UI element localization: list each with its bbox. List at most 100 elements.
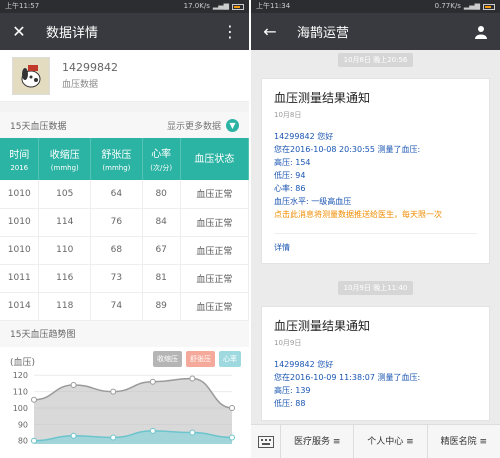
left-screen: 上午11:57 17.0K/s ▂▄▆ ✕ 数据详情 ⋮ 14299842 血压… bbox=[0, 0, 249, 458]
y-tick-label: 120 bbox=[13, 371, 28, 380]
table-cell: 76 bbox=[90, 208, 143, 237]
message-card[interactable]: 血压测量结果通知 10月8日 14299842 您好 您在2016-10-08 … bbox=[261, 78, 490, 264]
keyboard-glyph-icon bbox=[257, 435, 274, 448]
legend-heartrate[interactable]: 心率 bbox=[219, 350, 241, 367]
data-point bbox=[229, 404, 235, 411]
data-point bbox=[31, 437, 37, 444]
bottom-menu: 医疗服务 ≡ 个人中心 ≡ 精医名院 ≡ bbox=[251, 424, 500, 458]
y-tick-label: 110 bbox=[13, 387, 28, 396]
push-notice[interactable]: 点击此消息将测量数据推送给医生，每天限一次 bbox=[274, 208, 477, 221]
more-menu-icon[interactable]: ⋮ bbox=[221, 22, 239, 41]
y-tick-label: 90 bbox=[18, 420, 28, 429]
menu-personal-center[interactable]: 个人中心 ≡ bbox=[354, 424, 428, 458]
status-time: 上午11:57 bbox=[5, 2, 40, 10]
table-cell: 89 bbox=[142, 292, 181, 321]
app-bar: ← 海鹊运营 bbox=[251, 13, 500, 50]
card-date: 10月8日 bbox=[274, 111, 302, 119]
table-cell: 110 bbox=[38, 236, 92, 265]
table-row: 1011 116 73 81 血压正常 bbox=[0, 264, 249, 293]
close-icon[interactable]: ✕ bbox=[10, 22, 28, 41]
table-cell: 1010 bbox=[0, 208, 40, 237]
status-bar: 上午11:57 17.0K/s ▂▄▆ bbox=[0, 0, 249, 13]
high-pressure: 高压: 154 bbox=[274, 158, 311, 167]
column-header: 收缩压 (mmhg) bbox=[38, 138, 92, 180]
heart-rate: 心率: 86 bbox=[274, 184, 306, 193]
table-cell: 1010 bbox=[0, 236, 40, 265]
table-cell: 116 bbox=[38, 264, 92, 293]
table-cell: 68 bbox=[90, 236, 143, 265]
measure-time: 您在2016-10-08 20:30:55 测量了血压: bbox=[274, 145, 421, 154]
table-cell: 血压正常 bbox=[180, 292, 249, 321]
y-tick-label: 100 bbox=[13, 403, 28, 412]
person-icon bbox=[475, 25, 487, 39]
user-profile-icon[interactable] bbox=[472, 23, 490, 41]
greeting: 14299842 您好 bbox=[274, 132, 334, 141]
table-cell: 血压正常 bbox=[180, 236, 249, 265]
high-pressure: 高压: 139 bbox=[274, 386, 311, 395]
column-header: 舒张压 (mmhg) bbox=[90, 138, 143, 180]
column-header: 心率 (次/分) bbox=[142, 138, 181, 180]
table-cell: 80 bbox=[142, 180, 181, 209]
data-point bbox=[110, 388, 117, 395]
signal-icon: ▂▄▆ bbox=[212, 2, 229, 10]
keyboard-icon[interactable] bbox=[251, 424, 281, 458]
chevron-down-icon: ▼ bbox=[226, 118, 239, 132]
menu-famous-hospitals[interactable]: 精医名院 ≡ bbox=[428, 425, 500, 458]
details-link[interactable]: 详情 bbox=[274, 233, 477, 253]
column-header: 时间 2016 bbox=[0, 138, 40, 180]
battery-icon bbox=[232, 3, 244, 10]
table-cell: 84 bbox=[142, 208, 181, 237]
table-cell: 118 bbox=[38, 292, 92, 321]
table-row: 1010 110 68 67 血压正常 bbox=[0, 236, 249, 265]
profile-header: 14299842 血压数据 bbox=[0, 50, 249, 102]
back-arrow-icon[interactable]: ← bbox=[261, 22, 279, 41]
table-row: 1010 114 76 84 血压正常 bbox=[0, 208, 249, 237]
y-tick-label: 80 bbox=[18, 436, 28, 443]
table-cell: 114 bbox=[38, 208, 92, 237]
page-title: 海鹊运营 bbox=[297, 26, 350, 41]
battery-icon bbox=[483, 3, 495, 10]
network-speed: 0.77K/s bbox=[434, 2, 461, 10]
card-title: 血压测量结果通知 bbox=[274, 91, 371, 105]
table-cell: 105 bbox=[38, 180, 92, 209]
low-pressure: 低压: 88 bbox=[274, 399, 306, 408]
dog-avatar-icon bbox=[21, 64, 41, 87]
timestamp-divider: 10月8日 晚上20:56 bbox=[251, 50, 500, 70]
message-card[interactable]: 血压测量结果通知 10月9日 14299842 您好 您在2016-10-09 … bbox=[261, 306, 490, 421]
data-point bbox=[110, 433, 117, 440]
legend-systolic[interactable]: 收缩压 bbox=[153, 350, 182, 367]
right-screen: 上午11:34 0.77K/s ▂▄▆ ← 海鹊运营 10月8日 晚上20:56… bbox=[251, 0, 500, 458]
show-more-button[interactable]: 显示更多数据 ▼ bbox=[166, 118, 239, 132]
table-cell: 81 bbox=[142, 264, 181, 293]
signal-icon: ▂▄▆ bbox=[463, 2, 480, 10]
table-cell: 74 bbox=[90, 292, 143, 321]
data-point bbox=[189, 374, 196, 381]
table-row: 1014 118 74 89 血压正常 bbox=[0, 292, 249, 321]
data-point bbox=[70, 381, 77, 388]
show-more-label: 显示更多数据 bbox=[166, 121, 221, 132]
table-row: 1010 105 64 80 血压正常 bbox=[0, 180, 249, 209]
menu-medical-service[interactable]: 医疗服务 ≡ bbox=[281, 424, 355, 458]
avatar bbox=[12, 56, 50, 95]
card-date: 10月9日 bbox=[274, 339, 302, 347]
data-point bbox=[149, 378, 156, 385]
section-header: 15天血压数据 显示更多数据 ▼ bbox=[0, 112, 249, 138]
legend-diastolic[interactable]: 舒张压 bbox=[186, 350, 215, 367]
measure-time: 您在2016-10-09 11:38:07 测量了血压: bbox=[274, 373, 421, 382]
bp-level: 血压水平: 一级高血压 bbox=[274, 197, 352, 206]
status-bar: 上午11:34 0.77K/s ▂▄▆ bbox=[251, 0, 500, 13]
app-bar: ✕ 数据详情 ⋮ bbox=[0, 13, 249, 50]
bp-table: 时间 2016 收缩压 (mmhg) 舒张压 (mmhg) 心率 (次/分) 血压状态 1010… bbox=[0, 138, 249, 321]
trend-chart: (血压) 收缩压 舒张压 心率 80 90 100 110 120 bbox=[0, 347, 249, 445]
timestamp: 10月9日 晚上11:40 bbox=[337, 281, 414, 295]
table-cell: 血压正常 bbox=[180, 208, 249, 237]
table-cell: 67 bbox=[142, 236, 181, 265]
low-pressure: 低压: 94 bbox=[274, 171, 306, 180]
table-cell: 64 bbox=[90, 180, 143, 209]
patient-id: 14299842 bbox=[62, 61, 118, 74]
data-point bbox=[149, 427, 156, 434]
table-cell: 1011 bbox=[0, 264, 40, 293]
data-point bbox=[31, 396, 37, 403]
table-cell: 73 bbox=[90, 264, 143, 293]
chart-legend: 收缩压 舒张压 心率 bbox=[153, 350, 241, 367]
